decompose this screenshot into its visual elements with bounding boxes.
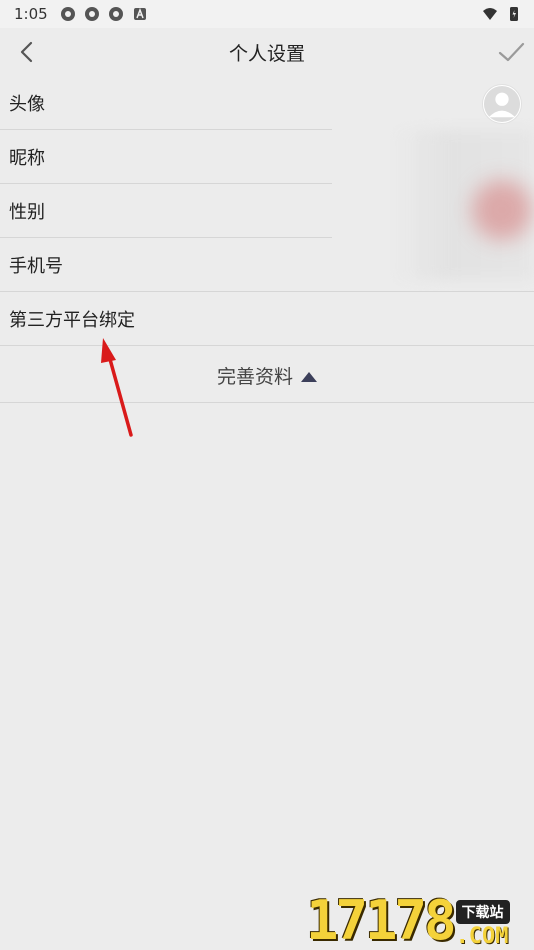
- status-time: 1:05: [14, 5, 48, 23]
- triangle-up-icon: [301, 371, 317, 382]
- annotation-arrow-icon: [101, 338, 133, 437]
- watermark-badge: 下载站: [455, 900, 510, 924]
- complete-profile-toggle[interactable]: 完善资料: [0, 349, 534, 403]
- aperture-icon: [84, 7, 99, 21]
- watermark-suffix: .COM: [455, 924, 509, 949]
- settings-item-label: 性别: [9, 202, 45, 223]
- settings-item-avatar[interactable]: 头像: [0, 76, 534, 130]
- status-left-icons: [60, 6, 148, 22]
- settings-item-label: 昵称: [9, 148, 45, 169]
- avatar[interactable]: [482, 84, 522, 124]
- status-right-icons: [482, 6, 522, 22]
- settings-item-label: 第三方平台绑定: [9, 310, 135, 331]
- settings-item-label: 头像: [9, 94, 45, 115]
- wifi-icon: [483, 8, 497, 20]
- divider: [0, 345, 534, 346]
- settings-item-nickname[interactable]: 昵称: [0, 130, 534, 184]
- watermark-logo: 17178 下载站 .COM: [306, 886, 532, 948]
- user-placeholder-icon: [483, 85, 521, 123]
- watermark-side: 下载站 .COM: [455, 900, 510, 949]
- aperture-icon: [108, 7, 123, 21]
- chevron-left-icon[interactable]: [14, 38, 40, 66]
- settings-item-phone[interactable]: 手机号: [0, 238, 534, 292]
- settings-item-third-party-binding[interactable]: 第三方平台绑定: [0, 292, 534, 346]
- a-badge-icon: [133, 7, 146, 20]
- aperture-icon: [60, 7, 75, 21]
- watermark-digits: 17178: [306, 889, 457, 950]
- complete-profile-label: 完善资料: [216, 366, 293, 388]
- status-bar: 1:05: [0, 0, 534, 28]
- battery-icon: [510, 7, 518, 21]
- title-bar: 个人设置: [0, 28, 534, 76]
- check-icon[interactable]: [496, 38, 526, 66]
- settings-list: 头像 昵称 性别 手机号 第三方平台绑定: [0, 76, 534, 346]
- settings-item-label: 手机号: [9, 256, 63, 277]
- page-title: 个人设置: [228, 42, 305, 65]
- settings-item-gender[interactable]: 性别: [0, 184, 534, 238]
